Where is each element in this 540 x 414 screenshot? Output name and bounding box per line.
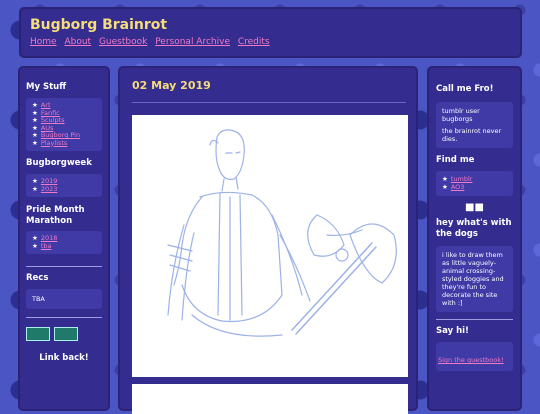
pride-month-heading: Pride Month Marathon: [26, 205, 85, 226]
my-stuff-heading: My Stuff: [26, 82, 67, 92]
divider: [436, 319, 513, 320]
nav-personal-archive[interactable]: Personal Archive: [155, 37, 230, 47]
site-buttons: [26, 326, 102, 345]
call-me-heading: Call me Fro!: [436, 84, 494, 94]
nav-about[interactable]: About: [64, 37, 91, 47]
recs-heading: Recs: [26, 273, 49, 283]
dog-pixel-icons: ■■: [436, 202, 513, 213]
say-hi-box: Sign the guestbook!: [436, 342, 513, 371]
dog-icon: ■: [474, 202, 484, 213]
right-sidebar: Call me Fro! tumblr user bugborgs the br…: [427, 66, 522, 411]
site-button-badge[interactable]: [26, 327, 50, 341]
divider: [26, 317, 102, 318]
main-content: 02 May 2019: [118, 66, 418, 414]
link-ao3[interactable]: AO3: [451, 183, 465, 191]
link-playlists[interactable]: Playlists: [41, 139, 68, 147]
call-me-text: tumblr user bugborgs: [442, 107, 480, 123]
pride-month-box: ★ 2018 ★ tba: [26, 231, 102, 254]
link-back-heading: Link back!: [39, 353, 89, 363]
call-me-tagline: the brainrot never dies.: [442, 127, 502, 143]
date-underline: [132, 102, 406, 103]
left-sidebar: My Stuff ★ Art ★ Fanfic ★ Sculpts ★ AUs ★ Bug…: [18, 66, 110, 411]
my-stuff-box: ★ Art ★ Fanfic ★ Sculpts ★ AUs ★ Bugborg Pin …: [26, 98, 102, 151]
dogs-box: i like to draw them as little vaguely-an…: [436, 246, 513, 312]
recs-box: TBA: [26, 289, 102, 309]
nav-credits[interactable]: Credits: [238, 37, 270, 47]
dogs-heading: hey what's with the dogs: [436, 218, 512, 239]
post-date: 02 May 2019: [132, 79, 211, 92]
find-me-heading: Find me: [436, 155, 475, 165]
nav-guestbook[interactable]: Guestbook: [99, 37, 147, 47]
say-hi-heading: Say hi!: [436, 326, 469, 336]
site-header: Bugborg Brainrot Home About Guestbook Pe…: [19, 7, 522, 58]
divider: [26, 266, 102, 267]
nav-home[interactable]: Home: [30, 37, 57, 47]
main-nav: Home About Guestbook Personal Archive Cr…: [30, 37, 275, 47]
next-post-image: [132, 384, 408, 414]
link-week-2023[interactable]: 2023: [41, 185, 58, 193]
link-pride-tba[interactable]: tba: [41, 242, 52, 250]
find-me-box: ★ tumblr ★ AO3: [436, 171, 513, 196]
sketch-image: [132, 115, 408, 377]
dog-icon: ■: [465, 202, 475, 213]
bugborgweek-heading: Bugborgweek: [26, 158, 92, 168]
bugborgweek-box: ★ 2019 ★ 2023: [26, 174, 102, 197]
character-sketch-drawing: [167, 129, 397, 337]
call-me-box: tumblr user bugborgs the brainrot never …: [436, 102, 513, 148]
site-title: Bugborg Brainrot: [30, 17, 168, 33]
guestbook-link[interactable]: Sign the guestbook!: [438, 356, 504, 364]
site-button-badge[interactable]: [54, 327, 78, 341]
